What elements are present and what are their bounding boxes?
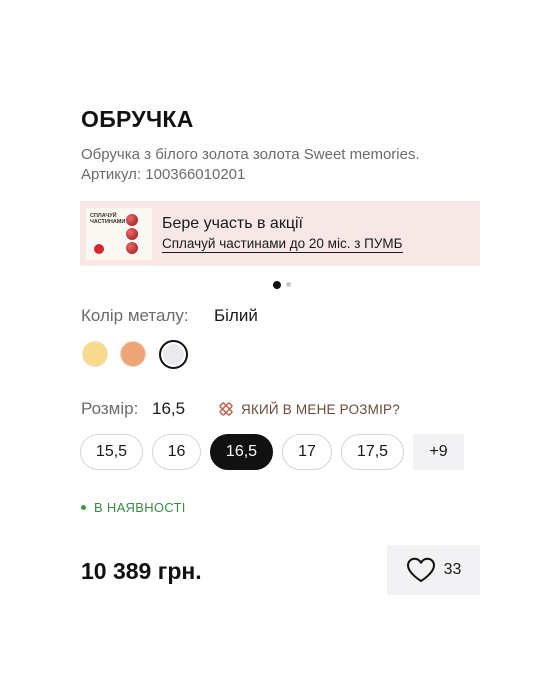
promo-image-text: СПЛАЧУЙ ЧАСТИНАМИ (90, 213, 126, 225)
bank-logo-icon (94, 244, 104, 254)
size-option-17-5[interactable]: 17,5 (341, 434, 404, 470)
carousel-dot-active[interactable] (273, 280, 281, 289)
product-sku: Артикул: 100366010201 (81, 166, 246, 183)
metal-color-label: Колір металу: (81, 306, 189, 325)
size-option-15-5[interactable]: 15,5 (80, 434, 143, 470)
favorite-count: 33 (443, 561, 462, 578)
size-guide-text: ЯКИЙ В МЕНЕ РОЗМІР? (241, 401, 400, 417)
ruler-icon (219, 402, 233, 416)
product-description-block: Обручка з білого золота золота Sweet mem… (81, 145, 420, 185)
product-description: Обручка з білого золота золота Sweet mem… (81, 146, 420, 163)
size-label: Розмір: (81, 399, 139, 418)
cherry-icon (126, 228, 138, 240)
status-dot-icon (81, 505, 86, 510)
swatch-white-gold[interactable] (159, 340, 188, 369)
promo-banner[interactable]: СПЛАЧУЙ ЧАСТИНАМИ Бере участь в акції Сп… (80, 201, 480, 266)
promo-headline: Бере участь в акції (162, 215, 303, 232)
carousel-indicator (273, 276, 291, 294)
product-title: ОБРУЧКА (81, 106, 194, 132)
swatch-yellow-gold[interactable] (82, 341, 108, 367)
cherry-icon (126, 242, 138, 254)
favorite-button[interactable]: 33 (387, 545, 480, 595)
cherry-icon (126, 214, 138, 226)
more-sizes-button[interactable]: +9 (413, 434, 464, 470)
heart-icon (406, 557, 435, 582)
availability-status: В НАЯВНОСТІ (81, 500, 186, 515)
size-option-17[interactable]: 17 (282, 434, 332, 470)
size-option-16[interactable]: 16 (152, 434, 201, 470)
size-option-16-5[interactable]: 16,5 (210, 434, 273, 470)
availability-text: В НАЯВНОСТІ (94, 500, 186, 515)
swatch-rose-gold[interactable] (120, 341, 146, 367)
product-price: 10 389 грн. (81, 558, 202, 584)
carousel-dot[interactable] (286, 282, 291, 288)
size-guide-link[interactable]: ЯКИЙ В МЕНЕ РОЗМІР? (218, 401, 400, 417)
metal-color-value: Білий (214, 306, 258, 325)
promo-image: СПЛАЧУЙ ЧАСТИНАМИ (86, 208, 152, 260)
promo-link[interactable]: Сплачуй частинами до 20 міс. з ПУМБ (162, 236, 403, 253)
size-value: 16,5 (152, 399, 186, 418)
